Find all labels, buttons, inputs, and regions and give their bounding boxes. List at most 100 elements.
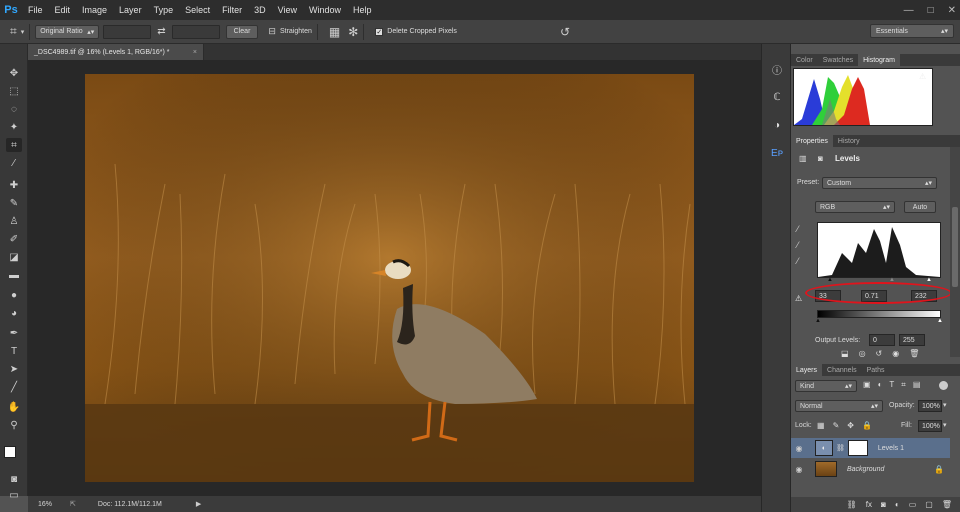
new-group-icon[interactable]: ▭: [909, 500, 917, 509]
trash-icon[interactable]: 🗑: [909, 349, 919, 360]
character-panel-icon[interactable]: ℂ: [767, 88, 787, 106]
crop-tool-icon[interactable]: ⌗: [6, 138, 22, 152]
crop-ratio-select[interactable]: Original Ratio ▴▾: [35, 24, 100, 39]
straighten-icon[interactable]: ⊟: [268, 26, 276, 37]
filter-toggle[interactable]: [939, 381, 948, 390]
output-white-field[interactable]: 255: [899, 334, 925, 346]
type-tool-icon[interactable]: T: [6, 344, 22, 358]
dodge-tool-icon[interactable]: ◕: [6, 306, 22, 320]
layer-row-background[interactable]: ◉ Background 🔒: [791, 459, 950, 479]
lasso-tool-icon[interactable]: ◌: [6, 102, 22, 116]
lock-transparent-icon[interactable]: ▦: [817, 421, 825, 430]
delete-cropped-checkbox[interactable]: ✓: [375, 27, 384, 36]
tab-color[interactable]: Color: [791, 54, 818, 66]
info-icon[interactable]: ⓘ: [767, 60, 787, 78]
layer-filter-select[interactable]: Kind ▴▾: [795, 380, 857, 392]
eye-icon[interactable]: ◉: [791, 444, 807, 453]
fill-field[interactable]: 100%: [918, 420, 942, 432]
menu-layer[interactable]: Layer: [113, 0, 148, 20]
close-tab-icon[interactable]: ×: [193, 49, 197, 56]
filter-type-icon[interactable]: T: [889, 380, 894, 390]
goose-photo[interactable]: [85, 74, 694, 482]
swap-dimensions-icon[interactable]: ⇄: [157, 26, 165, 37]
workspace-switcher[interactable]: Essentials ▴▾: [870, 24, 954, 38]
menu-filter[interactable]: Filter: [216, 0, 248, 20]
adjustments-icon[interactable]: ◑: [767, 116, 787, 134]
filter-shape-icon[interactable]: ⌗: [901, 380, 906, 390]
lock-all-icon[interactable]: 🔒: [862, 421, 872, 430]
fill-dropdown-icon[interactable]: ▾: [943, 421, 947, 429]
output-white-slider[interactable]: ▲: [937, 318, 943, 324]
scrollbar-thumb[interactable]: [952, 207, 958, 287]
filter-pixel-icon[interactable]: ▣: [863, 380, 871, 390]
document-tab[interactable]: _DSC4989.tif @ 16% (Levels 1, RGB/16*) *…: [28, 44, 204, 60]
properties-scrollbar[interactable]: [950, 147, 960, 357]
status-menu-arrow-icon[interactable]: ▶: [196, 500, 201, 508]
blend-mode-select[interactable]: Normal ▴▾: [795, 400, 883, 412]
tab-histogram[interactable]: Histogram: [858, 54, 900, 66]
close-window-button[interactable]: ✕: [948, 5, 956, 16]
zoom-tool-icon[interactable]: ⚲: [6, 418, 22, 432]
pen-tool-icon[interactable]: ✒: [6, 326, 22, 340]
menu-file[interactable]: File: [22, 0, 49, 20]
menu-view[interactable]: View: [272, 0, 303, 20]
tab-history[interactable]: History: [833, 135, 865, 147]
tab-properties[interactable]: Properties: [791, 135, 833, 147]
tab-swatches[interactable]: Swatches: [818, 54, 858, 66]
white-point-eyedropper-icon[interactable]: ⁄: [797, 256, 799, 266]
reset-adjustment-icon[interactable]: ↺: [876, 349, 883, 360]
channel-select[interactable]: RGB ▴▾: [815, 201, 895, 213]
history-brush-icon[interactable]: ✐: [6, 232, 22, 246]
warning-icon[interactable]: ⚠: [919, 72, 926, 81]
export-icon[interactable]: ⇱: [70, 500, 76, 508]
gradient-tool-icon[interactable]: ▬: [6, 268, 22, 282]
foreground-color-swatch[interactable]: [4, 446, 16, 458]
filter-smart-icon[interactable]: ▤: [913, 380, 921, 390]
layer-mask-icon[interactable]: ◙: [818, 154, 823, 163]
hand-tool-icon[interactable]: ✋: [6, 400, 22, 414]
minimize-button[interactable]: —: [904, 5, 914, 16]
output-black-field[interactable]: 0: [869, 334, 895, 346]
menu-help[interactable]: Help: [347, 0, 378, 20]
chain-link-icon[interactable]: ⛓: [836, 444, 845, 452]
mask-thumbnail[interactable]: [847, 440, 868, 456]
link-layers-icon[interactable]: ⛓: [847, 500, 857, 509]
tab-paths[interactable]: Paths: [862, 364, 890, 376]
zoom-level[interactable]: 16%: [38, 501, 52, 508]
maximize-button[interactable]: □: [928, 5, 934, 16]
healing-brush-icon[interactable]: ✚: [6, 178, 22, 192]
blur-tool-icon[interactable]: ●: [6, 288, 22, 302]
new-adjustment-icon[interactable]: ◐: [895, 500, 900, 509]
crop-height-field[interactable]: [171, 24, 220, 39]
add-mask-icon[interactable]: ◙: [881, 500, 886, 509]
clone-stamp-icon[interactable]: ♙: [6, 214, 22, 228]
menu-image[interactable]: Image: [76, 0, 113, 20]
menu-select[interactable]: Select: [179, 0, 216, 20]
opacity-dropdown-icon[interactable]: ▾: [943, 401, 947, 409]
layer-name[interactable]: Levels 1: [878, 445, 904, 452]
black-point-eyedropper-icon[interactable]: ⁄: [797, 224, 799, 234]
gear-icon[interactable]: ✻: [348, 25, 358, 39]
new-layer-icon[interactable]: ▢: [925, 500, 933, 509]
eye-icon[interactable]: ◉: [791, 465, 807, 474]
view-previous-icon[interactable]: ◎: [859, 349, 866, 360]
overlay-grid-icon[interactable]: ▦: [329, 25, 340, 39]
output-black-slider[interactable]: ▲: [815, 318, 821, 324]
line-tool-icon[interactable]: ╱: [6, 380, 22, 394]
tab-channels[interactable]: Channels: [822, 364, 862, 376]
opacity-field[interactable]: 100%: [918, 400, 942, 412]
screen-mode-icon[interactable]: ▭: [6, 488, 22, 502]
layer-style-icon[interactable]: fx: [866, 500, 872, 509]
layer-row-levels[interactable]: ◉ ◐ ⛓ Levels 1: [791, 438, 950, 458]
brush-tool-icon[interactable]: ✎: [6, 196, 22, 210]
menu-edit[interactable]: Edit: [49, 0, 77, 20]
tool-preset-dropdown-icon[interactable]: ▾: [21, 28, 25, 36]
clip-to-layer-icon[interactable]: ⬓: [841, 349, 849, 360]
quick-selection-tool-icon[interactable]: ✦: [6, 120, 22, 134]
menu-3d[interactable]: 3D: [248, 0, 272, 20]
crop-tool-icon[interactable]: ⌗: [10, 24, 17, 39]
eyedropper-tool-icon[interactable]: ⁄: [6, 156, 22, 170]
tab-layers[interactable]: Layers: [791, 364, 823, 376]
lock-move-icon[interactable]: ✥: [847, 421, 854, 430]
marquee-tool-icon[interactable]: ⬚: [6, 84, 22, 98]
